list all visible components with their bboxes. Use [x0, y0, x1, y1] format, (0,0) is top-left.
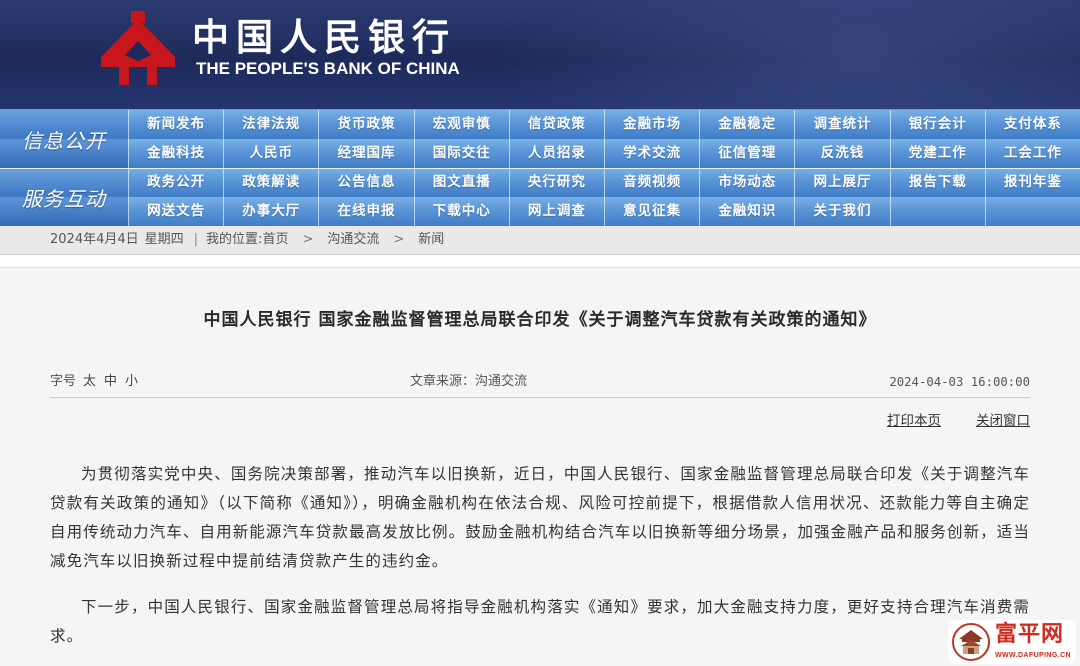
- watermark-name: 富平网: [995, 622, 1065, 647]
- current-weekday: 星期四: [144, 232, 184, 247]
- location-label: 我的位置:: [206, 232, 263, 247]
- nav-item[interactable]: 工会工作: [984, 139, 1080, 168]
- article-body: 为贯彻落实党中央、国务院决策部署，推动汽车以旧换新，近日，中国人民银行、国家金融…: [50, 460, 1030, 651]
- nav-row: 新闻发布 法律法规 货币政策 宏观审慎 信贷政策 金融市场 金融稳定 调查统计 银行会计 支付体系: [128, 110, 1080, 139]
- breadcrumb: 2024年4月4日 星期四 | 我的位置:首页 > 沟通交流 > 新闻: [0, 226, 1080, 255]
- nav-rows: 政务公开 政策解读 公告信息 图文直播 央行研究 音频视频 市场动态 网上展厅 报告下载 报刊年鉴…: [128, 168, 1080, 226]
- nav-item[interactable]: 调查统计: [794, 110, 889, 139]
- site-header: 中国人民银行 THE PEOPLE'S BANK OF CHINA: [0, 0, 1080, 110]
- nav-row: 金融科技 人民币 经理国库 国际交往 人员招录 学术交流 征信管理 反洗钱 党建工作 工会工作: [128, 139, 1080, 168]
- article-paragraph: 下一步，中国人民银行、国家金融监督管理总局将指导金融机构落实《通知》要求，加大金…: [50, 598, 1030, 645]
- nav-item[interactable]: 音频视频: [604, 168, 699, 197]
- nav-row: 政务公开 政策解读 公告信息 图文直播 央行研究 音频视频 市场动态 网上展厅 报告下载 报刊年鉴: [128, 168, 1080, 197]
- breadcrumb-divider: |: [193, 232, 199, 247]
- font-size-small[interactable]: 小: [125, 374, 138, 389]
- nav-item[interactable]: 公告信息: [318, 168, 413, 197]
- close-window-link[interactable]: 关闭窗口: [976, 413, 1030, 429]
- nav-item[interactable]: 宏观审慎: [413, 110, 509, 139]
- nav-item[interactable]: 央行研究: [508, 168, 604, 197]
- nav-group-label: 服务互动: [0, 168, 128, 226]
- font-size-large[interactable]: 太: [83, 374, 96, 389]
- nav-item[interactable]: 图文直播: [413, 168, 509, 197]
- nav-row: 网送文告 办事大厅 在线申报 下载中心 网上调查 意见征集 金融知识 关于我们: [128, 197, 1080, 226]
- font-size-medium[interactable]: 中: [104, 374, 117, 389]
- nav-item[interactable]: 关于我们: [794, 197, 889, 226]
- nav-item[interactable]: 网上展厅: [794, 168, 889, 197]
- nav-item[interactable]: 政务公开: [128, 168, 223, 197]
- nav-item[interactable]: 下载中心: [413, 197, 509, 226]
- nav-item[interactable]: 报刊年鉴: [984, 168, 1080, 197]
- nav-item[interactable]: 人员招录: [508, 139, 604, 168]
- nav-item[interactable]: 办事大厅: [223, 197, 318, 226]
- nav-item[interactable]: 网上调查: [508, 197, 604, 226]
- breadcrumb-separator: >: [393, 232, 405, 247]
- nav-cell-empty: [984, 197, 1080, 226]
- main-nav: 信息公开 新闻发布 法律法规 货币政策 宏观审慎 信贷政策 金融市场 金融稳定 调查统计 银行会计…: [0, 110, 1080, 226]
- nav-rows: 新闻发布 法律法规 货币政策 宏观审慎 信贷政策 金融市场 金融稳定 调查统计 银行会计 支付体系…: [128, 110, 1080, 168]
- nav-item[interactable]: 银行会计: [889, 110, 985, 139]
- nav-item[interactable]: 人民币: [223, 139, 318, 168]
- nav-item[interactable]: 在线申报: [318, 197, 413, 226]
- nav-cell-empty: [889, 197, 985, 226]
- nav-item[interactable]: 报告下载: [889, 168, 985, 197]
- nav-item[interactable]: 法律法规: [223, 110, 318, 139]
- nav-item[interactable]: 金融知识: [699, 197, 794, 226]
- nav-item[interactable]: 反洗钱: [794, 139, 889, 168]
- breadcrumb-current[interactable]: 新闻: [418, 232, 444, 247]
- nav-group: 服务互动 政务公开 政策解读 公告信息 图文直播 央行研究 音频视频 市场动态 网上展厅 报告下载…: [0, 168, 1080, 226]
- nav-item[interactable]: 意见征集: [604, 197, 699, 226]
- watermark-url: WWW.DAFUPING.CN: [995, 652, 1071, 659]
- breadcrumb-section[interactable]: 沟通交流: [327, 232, 379, 247]
- pboc-emblem-icon[interactable]: [95, 11, 181, 87]
- nav-item[interactable]: 金融市场: [604, 110, 699, 139]
- nav-item[interactable]: 征信管理: [699, 139, 794, 168]
- site-title-en: THE PEOPLE'S BANK OF CHINA: [196, 59, 460, 78]
- nav-item[interactable]: 国际交往: [413, 139, 509, 168]
- nav-item[interactable]: 网送文告: [128, 197, 223, 226]
- nav-item[interactable]: 新闻发布: [128, 110, 223, 139]
- article-meta: 字号 太中小 文章来源：沟通交流 2024-04-03 16:00:00: [50, 372, 1030, 398]
- divider-strip: [0, 255, 1080, 268]
- site-title-cn: 中国人民银行: [192, 15, 456, 59]
- article-datetime: 2024-04-03 16:00:00: [889, 375, 1030, 389]
- nav-item[interactable]: 党建工作: [889, 139, 985, 168]
- nav-item[interactable]: 支付体系: [984, 110, 1080, 139]
- nav-item[interactable]: 信贷政策: [508, 110, 604, 139]
- article-actions: 打印本页 关闭窗口: [887, 411, 1030, 431]
- font-size-options: 太中小: [83, 372, 146, 392]
- article-paragraph: 为贯彻落实党中央、国务院决策部署，推动汽车以旧换新，近日，中国人民银行、国家金融…: [50, 465, 1030, 570]
- nav-item[interactable]: 金融稳定: [699, 110, 794, 139]
- print-page-link[interactable]: 打印本页: [887, 413, 941, 429]
- current-date: 2024年4月4日: [50, 232, 139, 247]
- nav-item[interactable]: 学术交流: [604, 139, 699, 168]
- nav-group: 信息公开 新闻发布 法律法规 货币政策 宏观审慎 信贷政策 金融市场 金融稳定 调查统计 银行会计…: [0, 110, 1080, 168]
- nav-group-label: 信息公开: [0, 110, 128, 168]
- breadcrumb-separator: >: [302, 232, 314, 247]
- article-source: 文章来源：沟通交流: [410, 374, 528, 389]
- nav-item[interactable]: 金融科技: [128, 139, 223, 168]
- site-watermark: 富平网 WWW.DAFUPING.CN: [948, 620, 1076, 664]
- breadcrumb-home[interactable]: 首页: [262, 232, 288, 247]
- article-title: 中国人民银行 国家金融监督管理总局联合印发《关于调整汽车贷款有关政策的通知》: [203, 310, 877, 330]
- nav-item[interactable]: 经理国库: [318, 139, 413, 168]
- font-size-label: 字号: [50, 374, 77, 389]
- nav-item[interactable]: 政策解读: [223, 168, 318, 197]
- nav-item[interactable]: 货币政策: [318, 110, 413, 139]
- pavilion-icon: [952, 623, 990, 661]
- nav-item[interactable]: 市场动态: [699, 168, 794, 197]
